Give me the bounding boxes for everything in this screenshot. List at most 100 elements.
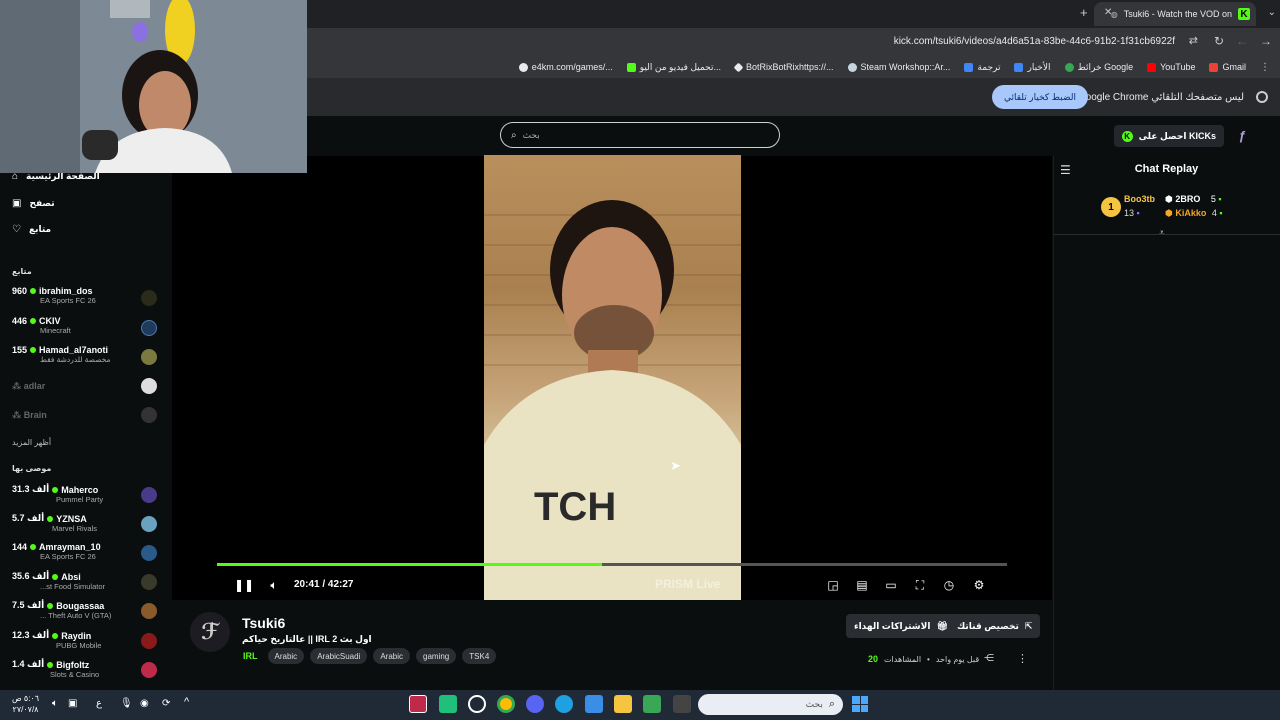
- tag[interactable]: ArabicSuadi: [310, 648, 368, 664]
- list-item[interactable]: 7.5 ألف Bougassaa ... Theft Auto V (GTA): [12, 600, 162, 620]
- search-input[interactable]: ⌕ بحث: [500, 122, 780, 148]
- chrome-icon: [1256, 91, 1268, 103]
- live-indicator: [52, 632, 59, 639]
- steam-icon[interactable]: [468, 695, 486, 713]
- translate-icon: [964, 62, 974, 72]
- streamer-name[interactable]: Tsuki6: [242, 615, 285, 631]
- infobar-text: Google Chrome ليس متصفحك التلقائي: [1077, 92, 1244, 103]
- list-item[interactable]: ⁂ Brain: [12, 410, 47, 421]
- watermark: PRISM Live: [655, 577, 721, 591]
- avatar: [141, 349, 157, 365]
- avatar: [141, 378, 157, 394]
- mic-icon[interactable]: 🎙︎: [120, 698, 133, 709]
- views-label: المشاهدات: [884, 654, 922, 664]
- bookmark-item[interactable]: خرائط Google: [1064, 62, 1133, 73]
- bookmark-item[interactable]: BotRixBotRixhttps://...: [733, 62, 834, 72]
- bookmark-item[interactable]: الأخبار: [1014, 62, 1051, 73]
- facebook-icon[interactable]: [585, 695, 603, 713]
- list-item[interactable]: 5.7 ألف YZNSA Marvel Rivals: [12, 513, 162, 533]
- leaderboard-entry[interactable]: ⬢ KiAkko 4 ▪: [1165, 208, 1223, 219]
- tag[interactable]: TSK4: [462, 648, 497, 664]
- store-icon[interactable]: [643, 695, 661, 713]
- edge-icon[interactable]: [555, 695, 573, 713]
- list-item[interactable]: ⁂ adlar: [12, 381, 45, 392]
- list-item[interactable]: 1.4 ألف Bigfoltz Slots & Casino: [12, 659, 162, 679]
- badge-icon: ⬢: [1165, 194, 1176, 204]
- list-item[interactable]: 144 Amrayman_10 EA Sports FC 26: [12, 542, 162, 561]
- app-icon[interactable]: [439, 695, 457, 713]
- user-avatar[interactable]: ƒ: [1239, 128, 1246, 143]
- theater-mode-icon[interactable]: ▭: [884, 578, 898, 592]
- rank-badge: 1: [1101, 197, 1121, 217]
- bookmark-item[interactable]: e4km.com/games/...: [518, 62, 613, 72]
- avatar: [141, 574, 157, 590]
- list-item[interactable]: 155 Hamad_al7anoti مخصصة للدردشة فقط: [12, 345, 162, 364]
- discord-icon[interactable]: [526, 695, 544, 713]
- category-link[interactable]: IRL: [243, 651, 258, 661]
- video-frame: TCH: [484, 155, 741, 600]
- tray-app-icon[interactable]: ⟳: [162, 698, 170, 709]
- taskbar-search-input[interactable]: بحث ⌕: [698, 694, 843, 715]
- tray-app-icon[interactable]: ◉: [140, 698, 149, 709]
- speaker-icon[interactable]: 🔈︎: [52, 698, 58, 709]
- network-icon[interactable]: ▣: [68, 698, 77, 709]
- kicks-coin-icon: K: [1121, 130, 1133, 142]
- views-count: 20: [868, 654, 879, 664]
- taskbar: [0, 690, 1280, 720]
- list-item[interactable]: 35.6 ألف Absi ...st Food Simulator: [12, 571, 162, 591]
- leaderboard-entry[interactable]: Boo3tb: [1124, 194, 1155, 204]
- close-tab-icon[interactable]: ✕: [1104, 7, 1112, 18]
- streamer-avatar[interactable]: ℱ: [190, 612, 230, 652]
- gift-subs-button[interactable]: الاشتراكات الهداء 🎁︎: [846, 614, 956, 638]
- tag[interactable]: Arabic: [373, 648, 411, 664]
- back-icon[interactable]: →: [1260, 34, 1272, 48]
- leaderboard-entry[interactable]: ⬢ 2BRO 5 ▪: [1165, 194, 1222, 205]
- bookmark-item[interactable]: Gmail: [1209, 62, 1246, 72]
- clock[interactable]: ٥:٠٦ ص ٢٧/٠٧/٨: [12, 693, 39, 715]
- miniplayer-icon[interactable]: ◲: [826, 578, 840, 592]
- live-indicator: [47, 661, 54, 668]
- bookmark-item[interactable]: تحميل فيديو من اليو...: [626, 62, 721, 73]
- clip-icon[interactable]: ▤: [855, 578, 869, 592]
- pause-icon[interactable]: ❚❚: [234, 578, 254, 592]
- volume-icon[interactable]: 🔈︎: [267, 578, 281, 592]
- tray-expand-icon[interactable]: ^: [184, 696, 189, 708]
- task-view-icon[interactable]: [673, 695, 691, 713]
- customize-channel-button[interactable]: تخصيص قناتك ⇱: [949, 614, 1041, 638]
- set-default-button[interactable]: الضبط كخيار تلقائي: [992, 85, 1088, 109]
- list-item[interactable]: 12.3 ألف Raydin PUBG Mobile: [12, 630, 162, 650]
- avatar: [141, 407, 157, 423]
- share-icon[interactable]: ⋲: [984, 653, 994, 664]
- list-item[interactable]: 960 ibrahim_dos EA Sports FC 26: [12, 286, 162, 305]
- tag[interactable]: gaming: [416, 648, 457, 664]
- forward-icon[interactable]: ←: [1236, 34, 1248, 48]
- show-more-link[interactable]: أظهر المزيد: [12, 438, 51, 447]
- list-item[interactable]: 446 CKIV Minecraft: [12, 316, 162, 335]
- offline-icon: ⁂: [12, 381, 24, 391]
- chrome-icon[interactable]: [497, 695, 515, 713]
- maps-icon: [1064, 62, 1074, 72]
- url-field[interactable]: kick.com/tsuki6/videos/a4d6a51a-83be-44c…: [894, 36, 1175, 47]
- settings-gear-icon[interactable]: ⚙: [972, 578, 986, 592]
- language-indicator[interactable]: ع: [96, 698, 102, 709]
- epic-games-icon[interactable]: [409, 695, 427, 713]
- reload-icon[interactable]: ↻: [1214, 34, 1224, 48]
- get-kicks-button[interactable]: K احصل على KICKs: [1113, 125, 1224, 147]
- fullscreen-icon[interactable]: ⛶: [913, 578, 927, 592]
- nav-following[interactable]: ♡ متابع: [12, 224, 51, 235]
- bookmark-item[interactable]: ترجمة: [964, 62, 1000, 73]
- site-settings-icon[interactable]: ⇄: [1189, 34, 1198, 47]
- nav-browse[interactable]: ▣ تصفح: [12, 198, 55, 209]
- windows-start-icon[interactable]: [852, 696, 868, 712]
- bookmark-item[interactable]: YouTube: [1147, 62, 1195, 72]
- tag[interactable]: Arabic: [267, 648, 305, 664]
- active-tab[interactable]: K Tsuki6 - Watch the VOD on ◍: [1094, 2, 1256, 26]
- file-explorer-icon[interactable]: [614, 695, 632, 713]
- tab-search-icon[interactable]: ⌄: [1268, 7, 1276, 18]
- speed-icon[interactable]: ◷: [942, 578, 956, 592]
- more-options-icon[interactable]: ⋮: [1017, 652, 1028, 665]
- new-tab-icon[interactable]: +: [1080, 5, 1088, 20]
- bookmarks-overflow-icon[interactable]: ⋮: [1260, 62, 1270, 73]
- list-item[interactable]: 31.3 ألف Maherco Pummel Party: [12, 484, 162, 504]
- bookmark-item[interactable]: Steam Workshop::Ar...: [847, 62, 950, 72]
